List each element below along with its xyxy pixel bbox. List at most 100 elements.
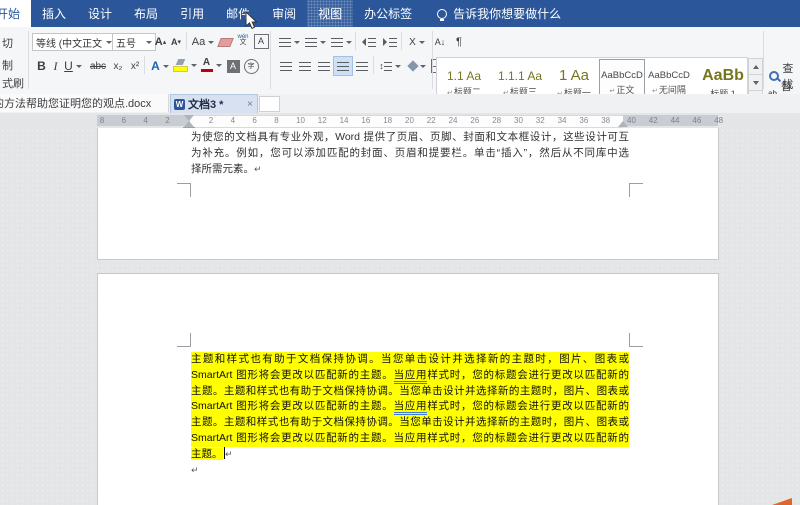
ruler-number: 26 [470, 116, 480, 125]
ribbon-tab-引用[interactable]: 引用 [169, 0, 215, 27]
ruler-number: 14 [339, 116, 349, 125]
ribbon-tab-开始[interactable]: 开始 [0, 0, 32, 27]
text-run: 样式时，您的标题会进行更改以匹配新的 [427, 368, 630, 381]
style-preview: AaBbCcD [601, 70, 643, 81]
chevron-down-icon [319, 40, 326, 44]
margin-corner-mark [177, 333, 191, 347]
show-hide-marks-button[interactable]: ¶ [450, 32, 468, 52]
sort-button[interactable]: A ↓ [430, 32, 450, 52]
document-line: SmartArt 图形将会更改以匹配新的主题。当应用样式时，您的标题会进行更改以… [191, 399, 630, 416]
numbering-button[interactable] [302, 32, 328, 52]
right-indent-marker[interactable] [618, 121, 628, 127]
page-1[interactable]: 为使您的文档具有专业外观，Word 提供了页眉、页脚、封面和文本框设计，这些设计… [97, 128, 719, 260]
align-center-button[interactable] [295, 56, 315, 76]
page-1-text: 为使您的文档具有专业外观，Word 提供了页眉、页脚、封面和文本框设计，这些设计… [191, 129, 629, 177]
multilevel-list-icon [330, 37, 343, 47]
lightbulb-icon [437, 8, 448, 21]
ruler-number: 6 [252, 116, 257, 125]
font-size-combo[interactable]: 五号 [112, 33, 156, 51]
tell-me-box[interactable]: 告诉我你想要做什么 [423, 0, 561, 27]
style-preview: 1 Aa [558, 67, 590, 84]
text-effects-icon: A [151, 59, 160, 73]
clipboard-partial-label[interactable]: 式刷 [2, 75, 24, 91]
line-spacing-button[interactable]: ↕ [376, 56, 404, 76]
text-run: 样式时，您的标题会进行更改以匹配新的 [427, 400, 630, 413]
bullets-button[interactable] [276, 32, 302, 52]
strikethrough-button[interactable]: abc [86, 56, 110, 76]
ribbon-tab-布局[interactable]: 布局 [123, 0, 169, 27]
document-line: 主题。主题和样式也有助于文档保持协调。当您单击设计并选择新的主题时，图片、图表或 [191, 415, 629, 431]
new-document-tab-button[interactable] [259, 96, 280, 112]
change-case-button[interactable]: Aa [190, 32, 216, 52]
ribbon-tab-插入[interactable]: 插入 [31, 0, 77, 27]
character-shading-button[interactable]: A [224, 56, 242, 76]
decrease-indent-button[interactable] [358, 32, 380, 52]
text-effects-button[interactable]: A [147, 56, 173, 76]
ribbon-tab-审阅[interactable]: 审阅 [261, 0, 307, 27]
ruler-number: 2 [208, 116, 214, 125]
clipboard-partial-label[interactable]: 制 [2, 57, 13, 73]
text-run: 为补充。例如，您可以添加匹配的封面、页眉和提要栏。单击“插入”，然后从不同库中选 [191, 147, 629, 159]
style-gallery-scroll-down[interactable] [748, 74, 763, 91]
character-border-button[interactable]: A [252, 31, 270, 51]
chevron-down-icon [394, 64, 401, 68]
chevron-down-icon [345, 40, 352, 44]
document-tab[interactable]: 了功能强大的方法帮助您证明您的观点.docx [0, 94, 169, 112]
page-2[interactable]: 主题和样式也有助于文档保持协调。当您单击设计并选择新的主题时，图片、图表或 Sma… [97, 273, 719, 505]
superscript-glyph: x² [130, 60, 140, 72]
document-tab-label: 文档3 * [188, 99, 224, 111]
grow-font-button[interactable]: A ▴ [152, 32, 169, 52]
document-line: 主题和样式也有助于文档保持协调。当您单击设计并选择新的主题时，图片、图表或 [191, 352, 629, 368]
enclose-characters-icon: 字 [243, 58, 259, 74]
italic-glyph: I [53, 58, 58, 73]
font-name-value: 等线 (中文正文 [36, 38, 103, 50]
text-run: SmartArt 图形将会更改以匹配新的主题。当应用样式时，您的标题会进行更改以… [191, 431, 629, 444]
multilevel-list-button[interactable] [328, 32, 354, 52]
asian-layout-button[interactable]: X [404, 32, 430, 52]
ruler-number: 20 [405, 116, 414, 125]
chevron-down-icon [215, 63, 222, 67]
ruler-number: 34 [557, 116, 567, 125]
shrink-font-button[interactable]: A ▾ [168, 32, 184, 52]
document-line: 主题。主题和样式也有助于文档保持协调。当您单击设计并选择新的主题时，图片、图表或 [191, 383, 629, 400]
shading-button[interactable] [405, 56, 429, 76]
style-preview: AaBb [702, 66, 744, 84]
ruler-number: 36 [579, 116, 589, 125]
ribbon-tab-设计[interactable]: 设计 [77, 0, 123, 27]
align-right-button[interactable] [314, 56, 334, 76]
underline-button[interactable]: U [61, 56, 85, 76]
highlighter-icon [173, 58, 188, 72]
subscript-glyph: x₂ [113, 60, 123, 72]
change-case-glyph: Aa [191, 36, 206, 48]
eraser-icon [216, 37, 234, 47]
ribbon-tab-视图[interactable]: 视图 [307, 0, 354, 27]
ribbon-tab-办公标签[interactable]: 办公标签 [353, 0, 423, 27]
enclose-characters-button[interactable]: 字 [242, 56, 260, 76]
font-color-button[interactable]: A [198, 55, 224, 75]
close-icon[interactable]: × [247, 99, 253, 110]
bold-button[interactable]: B [34, 56, 49, 76]
distribute-button[interactable] [352, 56, 372, 76]
clipboard-partial-label[interactable]: 切 [2, 35, 13, 51]
style-gallery-scroll-up[interactable] [748, 58, 763, 75]
justify-button[interactable] [333, 56, 353, 76]
clear-formatting-button[interactable] [216, 32, 234, 52]
ruler-number: 12 [317, 116, 327, 125]
word-window: { "titlebar": { "tabs": [ {"label":"开始",… [0, 0, 800, 505]
align-left-button[interactable] [276, 56, 296, 76]
superscript-button[interactable]: x² [126, 56, 144, 76]
font-name-combo[interactable]: 等线 (中文正文 [32, 33, 116, 51]
phonetic-guide-icon: wén 文 [237, 34, 249, 46]
group-divider [28, 31, 29, 89]
increase-indent-button[interactable] [379, 32, 401, 52]
ribbon-tab-bar: 开始 插入 设计 布局 引用 邮件 审阅 视图 办公标签 告诉我你想要做什么 [0, 0, 800, 27]
document-tab-active[interactable]: W 文档3 * × [170, 94, 258, 114]
phonetic-guide-button[interactable]: wén 文 [234, 30, 252, 50]
document-line: SmartArt 图形将会更改以匹配新的主题。当应用样式时，您的标题会进行更改以… [191, 367, 630, 384]
text-highlight-button[interactable] [172, 55, 198, 75]
ruler-number: 6 [121, 116, 127, 125]
group-divider [270, 31, 271, 89]
text-run: 主题和样式也有助于文档保持协调。当您单击设计并选择新的主题时，图片、图表或 [191, 353, 629, 365]
subscript-button[interactable]: x₂ [109, 56, 127, 76]
ruler-number: 40 [627, 116, 636, 125]
